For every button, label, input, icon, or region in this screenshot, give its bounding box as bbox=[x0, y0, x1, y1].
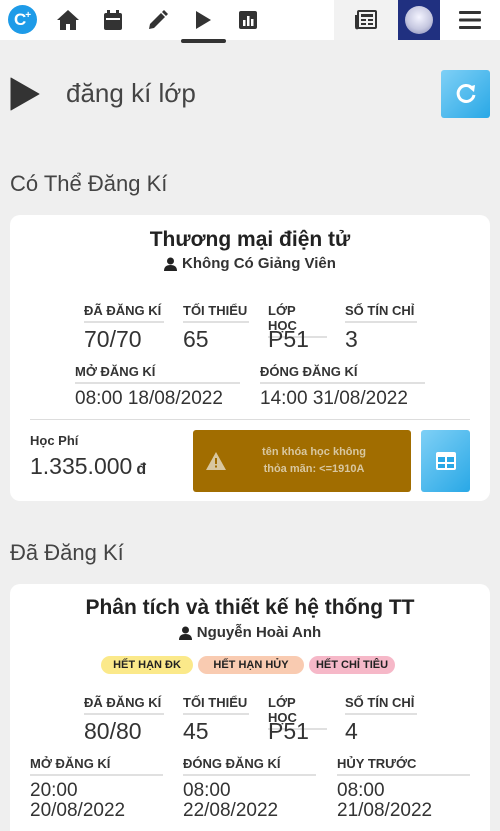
news-icon bbox=[344, 0, 388, 40]
available-course-card: Thương mại điện tử Không Có Giảng Viên Đ… bbox=[10, 215, 490, 501]
available-section-title: Có Thể Đăng Kí bbox=[10, 171, 168, 196]
refresh-button[interactable] bbox=[441, 70, 490, 118]
warning-icon bbox=[206, 452, 226, 470]
min-label: TỐI THIỂU bbox=[183, 695, 249, 715]
credits-label: SỐ TÍN CHỈ bbox=[345, 303, 417, 323]
class-value: P51 bbox=[268, 326, 309, 352]
avatar-image bbox=[405, 6, 433, 34]
teacher-name: Nguyễn Hoài Anh bbox=[196, 624, 322, 641]
close-label: ĐÓNG ĐĂNG KÍ bbox=[183, 756, 316, 776]
course-name: Phân tích và thiết kế hệ thống TT bbox=[85, 596, 415, 619]
teacher-name: Không Có Giảng Viên bbox=[182, 255, 336, 272]
status-badge: HẾT HẠN HỦY bbox=[198, 656, 304, 674]
registered-value: 80/80 bbox=[84, 718, 142, 744]
active-tab-indicator bbox=[181, 39, 226, 43]
open-label: MỞ ĐĂNG KÍ bbox=[75, 364, 240, 384]
open-value: 20:00 20/08/2022 bbox=[30, 781, 125, 821]
cancel-label: HỦY TRƯỚC bbox=[337, 756, 470, 776]
fee-amount: 1.335.000 bbox=[30, 453, 133, 479]
cancel-date: 21/08/2022 bbox=[337, 800, 433, 821]
news-button[interactable] bbox=[334, 0, 398, 40]
min-value: 45 bbox=[183, 718, 209, 744]
top-navbar: C + bbox=[0, 0, 500, 43]
warning-text: tên khóa học không thỏa mãn: <=1910A bbox=[227, 444, 411, 478]
status-badge: HẾT HẠN ĐK bbox=[101, 656, 193, 674]
fee-currency: đ bbox=[136, 461, 147, 478]
register-disabled-button[interactable]: tên khóa học không thỏa mãn: <=1910A bbox=[193, 430, 411, 492]
teacher: Không Có Giảng Viên bbox=[10, 255, 490, 272]
min-value: 65 bbox=[183, 326, 209, 352]
course-name: Thương mại điện tử bbox=[149, 228, 351, 251]
schedule-button[interactable] bbox=[421, 430, 470, 492]
credits-label: SỐ TÍN CHỈ bbox=[345, 695, 417, 715]
calendar-icon[interactable] bbox=[91, 0, 135, 40]
open-value: 08:00 18/08/2022 bbox=[75, 388, 223, 409]
user-icon bbox=[178, 626, 192, 640]
chart-icon[interactable] bbox=[226, 0, 270, 40]
page-title: đăng kí lớp bbox=[66, 78, 196, 108]
table-icon bbox=[435, 452, 456, 470]
close-time: 08:00 bbox=[183, 780, 231, 801]
close-value: 08:00 22/08/2022 bbox=[183, 781, 278, 821]
app-logo[interactable]: C + bbox=[8, 5, 37, 34]
warning-line-2: thỏa mãn: <=1910A bbox=[263, 463, 365, 475]
open-time: 20:00 bbox=[30, 780, 78, 801]
home-icon[interactable] bbox=[46, 0, 90, 40]
fee-label: Học Phí bbox=[30, 433, 79, 448]
pencil-icon[interactable] bbox=[136, 0, 180, 40]
registered-label: ĐÃ ĐĂNG KÍ bbox=[84, 303, 164, 323]
cancel-time: 08:00 bbox=[337, 780, 385, 801]
teacher: Nguyễn Hoài Anh bbox=[10, 624, 490, 641]
play-icon[interactable] bbox=[181, 0, 225, 40]
registered-course-card: Phân tích và thiết kế hệ thống TT Nguyễn… bbox=[10, 584, 490, 831]
avatar[interactable] bbox=[398, 0, 440, 40]
warning-line-1: tên khóa học không bbox=[262, 446, 366, 458]
user-icon bbox=[164, 257, 178, 271]
fee-value: 1.335.000 đ bbox=[30, 453, 146, 480]
registered-label: ĐÃ ĐĂNG KÍ bbox=[84, 695, 164, 715]
class-value: P51 bbox=[268, 718, 309, 744]
open-date: 20/08/2022 bbox=[30, 800, 126, 821]
page-play-icon bbox=[10, 77, 40, 116]
close-date: 22/08/2022 bbox=[183, 800, 279, 821]
credits-value: 3 bbox=[345, 326, 358, 352]
menu-icon[interactable] bbox=[448, 0, 492, 40]
credits-value: 4 bbox=[345, 718, 358, 744]
status-badge: HẾT CHỈ TIÊU bbox=[309, 656, 395, 674]
registered-value: 70/70 bbox=[84, 326, 142, 352]
min-label: TỐI THIỂU bbox=[183, 303, 249, 323]
registered-section-title: Đã Đăng Kí bbox=[10, 540, 124, 565]
refresh-icon bbox=[456, 83, 475, 103]
cancel-value: 08:00 21/08/2022 bbox=[337, 781, 432, 821]
close-label: ĐÓNG ĐĂNG KÍ bbox=[260, 364, 425, 384]
open-label: MỞ ĐĂNG KÍ bbox=[30, 756, 163, 776]
card-divider bbox=[30, 419, 470, 420]
close-value: 14:00 31/08/2022 bbox=[260, 388, 408, 409]
